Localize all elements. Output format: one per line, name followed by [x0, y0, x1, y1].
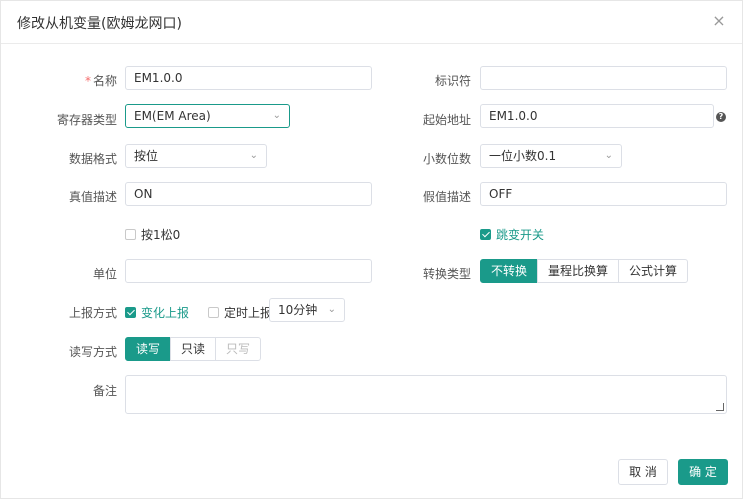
false-desc-input[interactable]: OFF — [480, 182, 727, 206]
identifier-label: 标识符 — [434, 74, 471, 88]
edit-variable-dialog: 修改从机变量(欧姆龙网口) × * 名称 EM1.0.0 标识符 寄存器类型 EM… — [0, 0, 743, 499]
name-label: * 名称 — [84, 74, 117, 88]
checkbox-icon — [208, 307, 219, 318]
report-timed-label: 定时上报 — [224, 306, 273, 320]
unit-label: 单位 — [92, 267, 117, 281]
data-format-label: 数据格式 — [68, 152, 117, 166]
start-address-input[interactable]: EM1.0.0 — [480, 104, 714, 128]
chevron-down-icon: ⌄ — [249, 150, 258, 161]
question-icon[interactable]: ? — [716, 112, 726, 122]
check-icon — [125, 307, 136, 318]
rw-writeonly-option[interactable]: 只写 — [215, 337, 262, 361]
rw-readonly-option[interactable]: 只读 — [170, 337, 217, 361]
report-on-change-label: 变化上报 — [141, 306, 190, 320]
decimal-places-select[interactable]: 一位小数0.1 ⌄ — [480, 144, 622, 168]
unit-input[interactable] — [125, 259, 372, 283]
conversion-type-label: 转换类型 — [422, 267, 471, 281]
close-icon[interactable]: × — [711, 13, 727, 29]
false-desc-label: 假值描述 — [422, 190, 471, 204]
true-desc-input[interactable]: ON — [125, 182, 372, 206]
chevron-down-icon: ⌄ — [272, 110, 281, 121]
report-mode-label: 上报方式 — [68, 306, 117, 320]
true-desc-label: 真值描述 — [68, 190, 117, 204]
identifier-input[interactable] — [480, 66, 727, 90]
conversion-range-option[interactable]: 量程比换算 — [537, 259, 620, 283]
dialog-title: 修改从机变量(欧姆龙网口) — [17, 16, 182, 32]
start-address-label: 起始地址 — [422, 113, 471, 127]
rw-readwrite-option[interactable]: 读写 — [125, 337, 172, 361]
report-on-change-checkbox[interactable]: 变化上报 — [125, 304, 189, 321]
press1-release0-checkbox[interactable]: 按1松0 — [125, 226, 180, 243]
register-type-label: 寄存器类型 — [56, 113, 117, 127]
toggle-switch-label: 跳变开关 — [496, 228, 545, 242]
rw-mode-segmented: 读写 只读 只写 — [125, 337, 262, 361]
report-interval-select[interactable]: 10分钟 ⌄ — [269, 298, 345, 322]
cancel-button[interactable]: 取 消 — [618, 459, 668, 485]
remark-textarea[interactable] — [125, 375, 727, 414]
remark-label: 备注 — [92, 384, 117, 398]
checkbox-icon — [125, 229, 136, 240]
report-timed-checkbox[interactable]: 定时上报 — [208, 304, 272, 321]
report-interval-value: 10分钟 — [278, 303, 318, 317]
register-type-select[interactable]: EM(EM Area) ⌄ — [125, 104, 290, 128]
required-mark: * — [84, 74, 91, 88]
name-input[interactable]: EM1.0.0 — [125, 66, 372, 90]
decimal-places-label: 小数位数 — [422, 152, 471, 166]
conversion-type-segmented: 不转换 量程比换算 公式计算 — [480, 259, 689, 283]
decimal-places-value: 一位小数0.1 — [489, 149, 557, 163]
data-format-value: 按位 — [134, 149, 159, 163]
toggle-switch-checkbox[interactable]: 跳变开关 — [480, 226, 544, 243]
chevron-down-icon: ⌄ — [604, 150, 613, 161]
rw-mode-label: 读写方式 — [68, 345, 117, 359]
chevron-down-icon: ⌄ — [327, 304, 336, 315]
dialog-header: 修改从机变量(欧姆龙网口) × — [1, 1, 742, 44]
conversion-formula-option[interactable]: 公式计算 — [618, 259, 689, 283]
press1-release0-label: 按1松0 — [141, 228, 181, 242]
register-type-value: EM(EM Area) — [134, 109, 211, 123]
data-format-select[interactable]: 按位 ⌄ — [125, 144, 267, 168]
resize-handle-icon[interactable] — [716, 403, 724, 411]
confirm-button[interactable]: 确 定 — [678, 459, 728, 485]
check-icon — [480, 229, 491, 240]
conversion-none-option[interactable]: 不转换 — [480, 259, 539, 283]
